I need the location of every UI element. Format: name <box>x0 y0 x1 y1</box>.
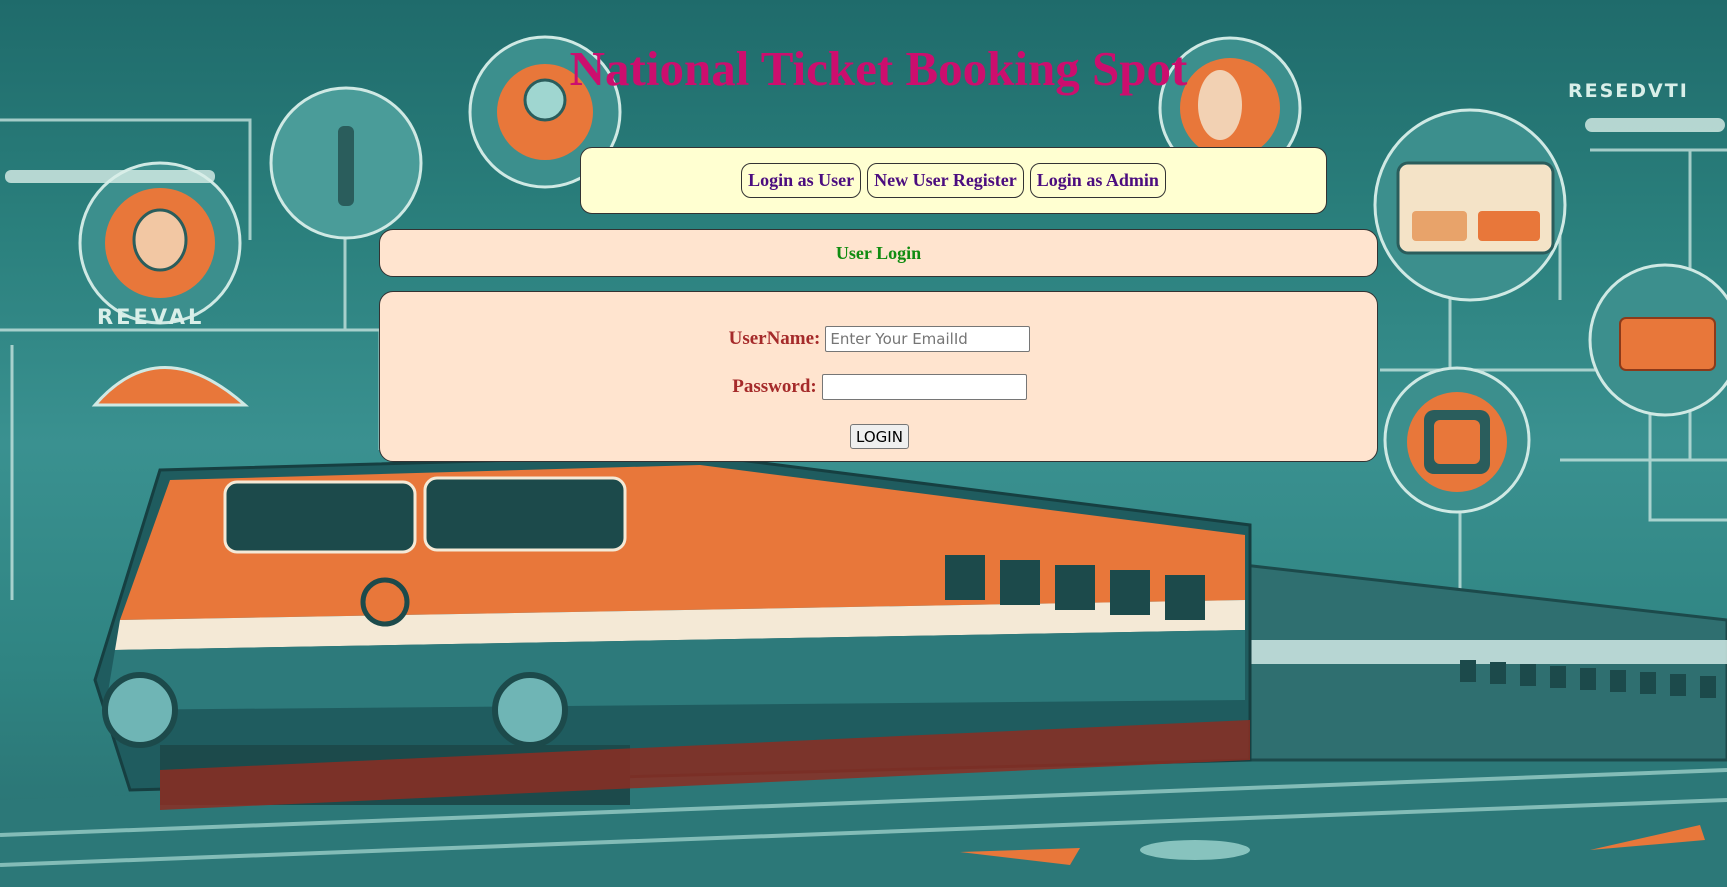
ticket-icon <box>1373 108 1567 302</box>
submit-row: LOGIN <box>380 424 1379 449</box>
new-user-register-button[interactable]: New User Register <box>867 163 1024 198</box>
username-input[interactable] <box>825 326 1031 352</box>
station-icon-3 <box>269 86 423 240</box>
nav-bar: Login as User New User Register Login as… <box>580 147 1327 214</box>
page: RESEDVTI REEVAL National Ticket Booking … <box>0 0 1727 887</box>
section-heading-text: User Login <box>835 242 922 263</box>
login-as-admin-button[interactable]: Login as Admin <box>1029 163 1166 198</box>
station-icon-1 <box>78 161 242 325</box>
password-input[interactable] <box>821 374 1027 400</box>
site-title: National Ticket Booking Spot <box>569 41 1188 96</box>
svg-text:REEVAL: REEVAL <box>97 305 204 329</box>
password-row: Password: <box>380 374 1379 400</box>
suitcase-icon <box>1588 263 1727 417</box>
lock-icon <box>1383 366 1531 514</box>
login-button[interactable]: LOGIN <box>850 424 909 449</box>
username-row: UserName: <box>380 326 1379 352</box>
password-label: Password: <box>732 376 817 397</box>
section-heading: User Login <box>379 229 1378 277</box>
login-as-user-button[interactable]: Login as User <box>741 163 862 198</box>
station-dome-icon <box>91 366 249 407</box>
login-form: UserName: Password: LOGIN <box>379 291 1378 462</box>
username-label: UserName: <box>728 328 821 349</box>
